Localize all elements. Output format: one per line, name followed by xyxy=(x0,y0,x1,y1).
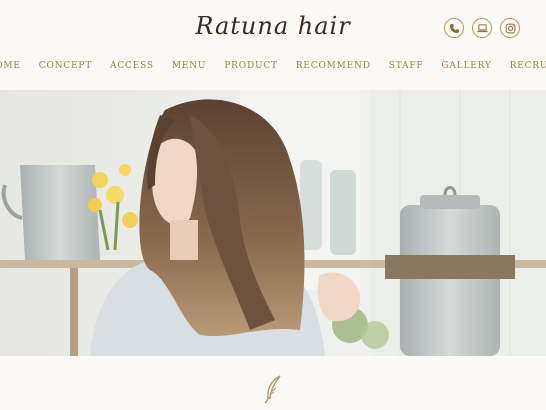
header-icon-group xyxy=(444,18,520,38)
hero-image xyxy=(0,90,546,356)
nav-staff[interactable]: STAFF xyxy=(380,60,433,72)
nav-access[interactable]: ACCESS xyxy=(101,60,163,72)
nav-concept[interactable]: CONCEPT xyxy=(30,60,101,72)
laptop-icon[interactable] xyxy=(472,18,492,38)
phone-icon[interactable] xyxy=(444,18,464,38)
site-header: Ratuna hair HOME CONCEPT ACCESS MENU PRO… xyxy=(0,0,546,88)
nav-menu[interactable]: MENU xyxy=(163,60,215,72)
instagram-icon[interactable] xyxy=(500,18,520,38)
nav-product[interactable]: PRODUCT xyxy=(215,60,287,72)
nav-gallery[interactable]: GALLERY xyxy=(432,60,500,72)
nav-recommend[interactable]: RECOMMEND xyxy=(287,60,380,72)
feather-quill-icon xyxy=(264,375,281,404)
nav-recruit[interactable]: RECRUIT xyxy=(501,60,546,72)
nav-home[interactable]: HOME xyxy=(0,60,30,72)
main-nav: HOME CONCEPT ACCESS MENU PRODUCT RECOMME… xyxy=(0,60,546,72)
